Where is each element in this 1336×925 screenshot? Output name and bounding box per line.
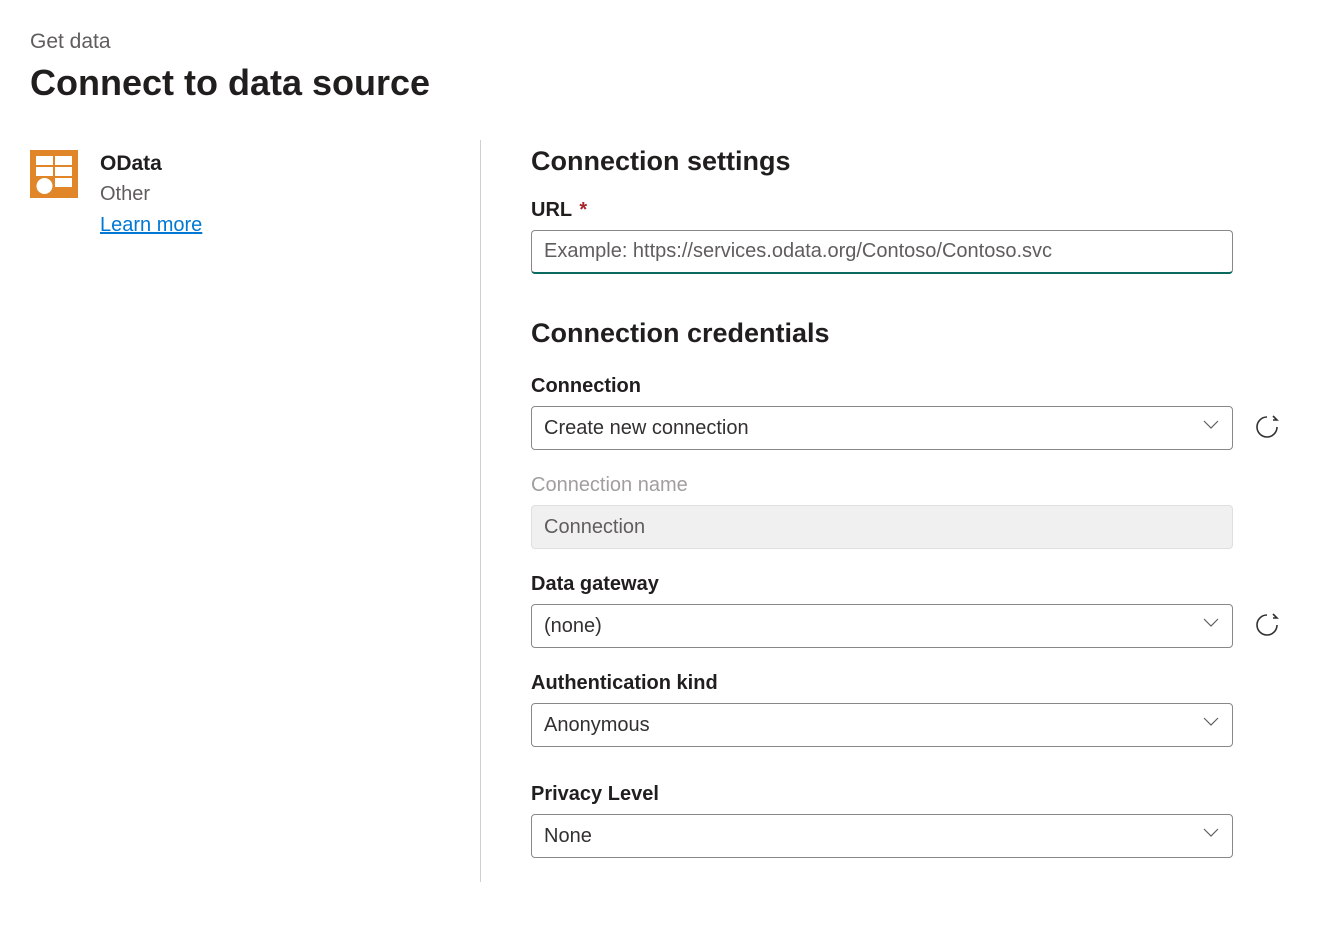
- connection-name-label: Connection name: [531, 474, 1306, 497]
- authentication-kind-select[interactable]: Anonymous: [531, 703, 1233, 747]
- authentication-kind-select-value: Anonymous: [544, 714, 650, 737]
- url-input[interactable]: [531, 230, 1233, 274]
- refresh-icon: [1253, 413, 1281, 444]
- learn-more-link[interactable]: Learn more: [100, 214, 202, 237]
- data-gateway-select[interactable]: (none): [531, 604, 1233, 648]
- url-label: URL *: [531, 199, 1306, 222]
- authentication-kind-field: Authentication kind Anonymous: [531, 672, 1306, 747]
- required-asterisk: *: [579, 199, 587, 221]
- connection-select[interactable]: Create new connection: [531, 406, 1233, 450]
- chevron-down-icon: [1202, 416, 1220, 440]
- authentication-kind-label: Authentication kind: [531, 672, 1306, 695]
- connection-settings-heading: Connection settings: [531, 146, 1306, 177]
- connector-category: Other: [100, 183, 202, 206]
- connection-credentials-heading: Connection credentials: [531, 318, 1306, 349]
- privacy-level-label: Privacy Level: [531, 783, 1306, 806]
- url-label-text: URL: [531, 199, 572, 221]
- page-title: Connect to data source: [30, 62, 1306, 104]
- refresh-connection-button[interactable]: [1251, 412, 1283, 444]
- refresh-icon: [1253, 611, 1281, 642]
- connection-select-value: Create new connection: [544, 417, 749, 440]
- data-gateway-field: Data gateway (none): [531, 573, 1306, 648]
- privacy-level-select[interactable]: None: [531, 814, 1233, 858]
- chevron-down-icon: [1202, 713, 1220, 737]
- url-field: URL *: [531, 199, 1306, 274]
- connection-label: Connection: [531, 375, 1306, 398]
- breadcrumb: Get data: [30, 30, 1306, 54]
- chevron-down-icon: [1202, 614, 1220, 638]
- chevron-down-icon: [1202, 824, 1220, 848]
- data-gateway-label: Data gateway: [531, 573, 1306, 596]
- connector-name: OData: [100, 150, 202, 177]
- connection-name-input: [531, 505, 1233, 549]
- odata-connector-icon: [30, 150, 78, 198]
- privacy-level-field: Privacy Level None: [531, 783, 1306, 858]
- vertical-divider: [480, 140, 481, 882]
- connection-field: Connection Create new connection: [531, 375, 1306, 450]
- privacy-level-select-value: None: [544, 825, 592, 848]
- connection-name-field: Connection name: [531, 474, 1306, 549]
- data-gateway-select-value: (none): [544, 615, 602, 638]
- connector-card: OData Other Learn more: [30, 150, 450, 237]
- refresh-gateway-button[interactable]: [1251, 610, 1283, 642]
